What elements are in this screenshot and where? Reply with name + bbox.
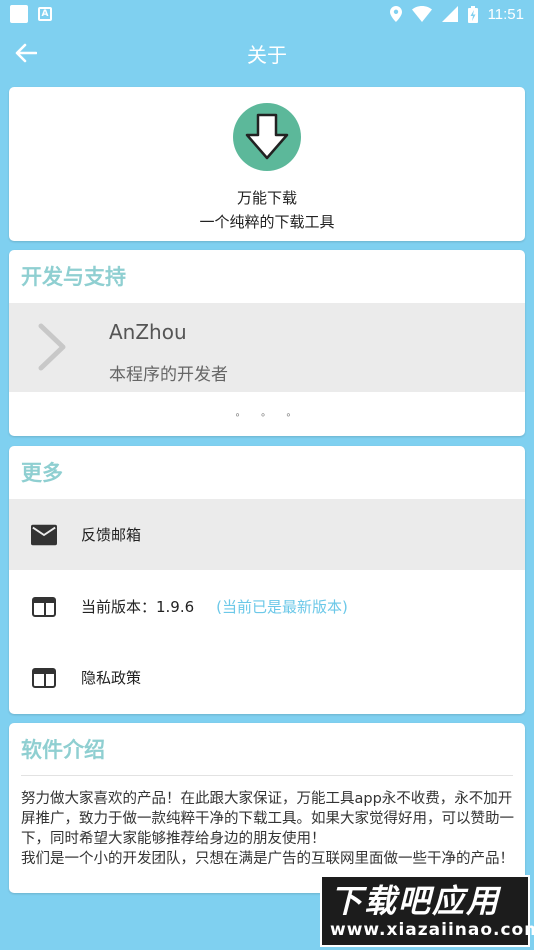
window-icon <box>31 596 57 618</box>
back-button[interactable] <box>12 39 40 67</box>
developer-row[interactable]: AnZhou 本程序的开发者 <box>9 303 525 392</box>
dev-support-card: 开发与支持 AnZhou 本程序的开发者 ∘ ∘ ∘ <box>9 250 525 436</box>
back-arrow-icon <box>15 43 37 63</box>
intro-paragraph-1: 努力做大家喜欢的产品！在此跟大家保证，万能工具app永不收费，永不加开屏推广，致… <box>21 791 514 847</box>
intro-paragraph-2: 我们是一个小的开发团队，只想在满是广告的互联网里面做一些干净的产品！ <box>21 851 514 867</box>
battery-icon <box>467 5 478 23</box>
more-card: 更多 反馈邮箱 当前版本：1.9.6 (当前已是最新版本) 隐私政策 <box>9 446 525 714</box>
privacy-policy-row[interactable]: 隐私政策 <box>9 642 525 713</box>
intro-card: 软件介绍 努力做大家喜欢的产品！在此跟大家保证，万能工具app永不收费，永不加开… <box>9 723 525 893</box>
app-info-card: 万能下载 一个纯粹的下载工具 <box>9 87 525 241</box>
watermark-logo: 下载吧应用 www.xiazaiinao.com <box>320 875 534 947</box>
section-title-intro: 软件介绍 <box>21 738 105 762</box>
feedback-email-row[interactable]: 反馈邮箱 <box>9 499 525 570</box>
privacy-policy-label: 隐私政策 <box>81 669 142 687</box>
window-icon <box>31 667 57 689</box>
intro-text: 努力做大家喜欢的产品！在此跟大家保证，万能工具app永不收费，永不加开屏推广，致… <box>9 776 525 869</box>
app-slogan: 一个纯粹的下载工具 <box>199 213 335 231</box>
developer-name: AnZhou <box>109 320 187 344</box>
watermark-url: www.xiazaiinao.com <box>330 920 534 940</box>
wifi-icon <box>411 6 432 22</box>
feedback-email-label: 反馈邮箱 <box>81 526 142 544</box>
section-title-dev: 开发与支持 <box>21 265 126 289</box>
app-logo <box>233 103 301 171</box>
location-icon <box>389 6 402 22</box>
pager-dots[interactable]: ∘ ∘ ∘ <box>9 410 525 421</box>
download-arrow-icon <box>245 113 289 160</box>
mail-icon <box>31 524 57 546</box>
cell-signal-icon <box>441 6 458 22</box>
status-bar: A 11:51 <box>0 0 534 28</box>
section-title-more: 更多 <box>21 461 63 485</box>
watermark-title: 下载吧应用 <box>330 882 501 920</box>
toolbar: 关于 <box>0 28 534 78</box>
page-title: 关于 <box>247 42 287 67</box>
chevron-right-icon <box>38 323 66 371</box>
version-row[interactable]: 当前版本：1.9.6 (当前已是最新版本) <box>9 571 525 642</box>
developer-role: 本程序的开发者 <box>109 365 228 385</box>
notification-square-icon <box>10 5 28 23</box>
version-status-note: (当前已是最新版本) <box>216 598 348 616</box>
notification-a-icon: A <box>38 7 52 21</box>
app-name: 万能下载 <box>236 189 297 207</box>
version-label: 当前版本：1.9.6 <box>81 598 195 616</box>
clock: 11:51 <box>487 5 524 23</box>
